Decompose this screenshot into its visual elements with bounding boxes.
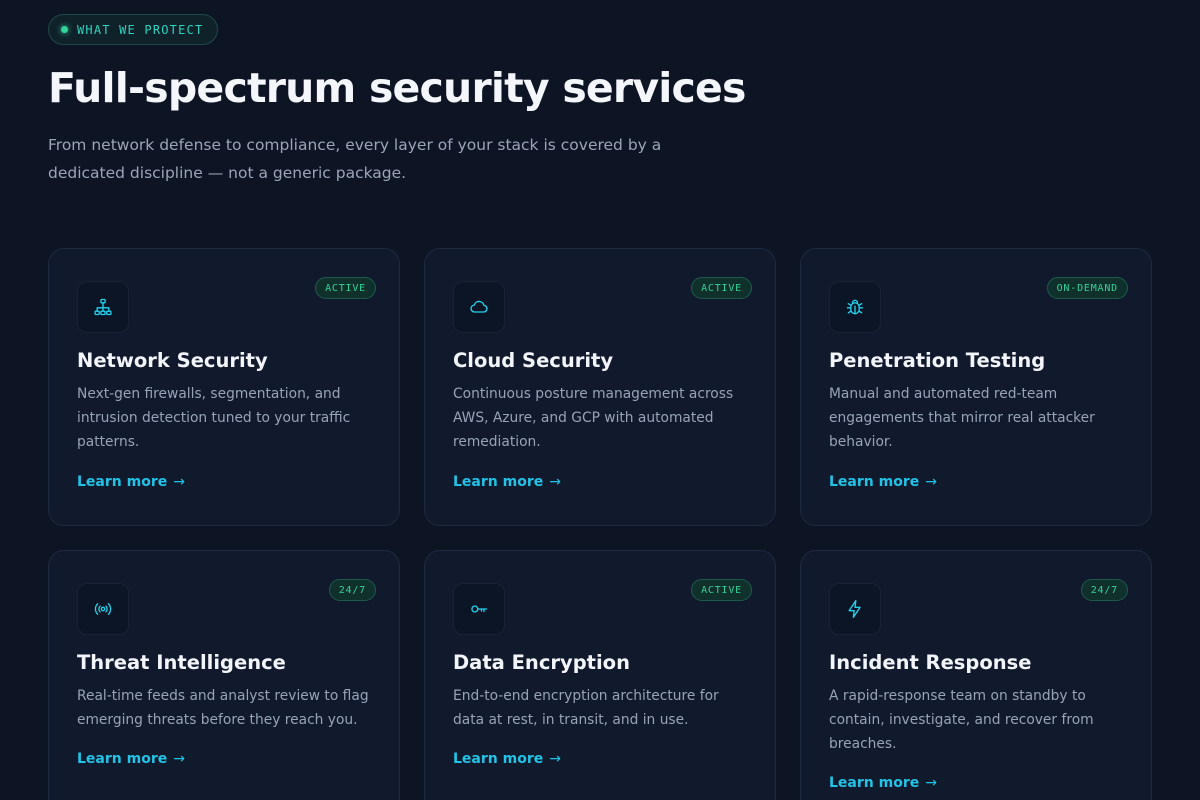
status-badge: ACTIVE — [315, 277, 376, 299]
card-title: Data Encryption — [453, 651, 630, 674]
learn-more-label: Learn more — [77, 474, 168, 490]
service-card-threat-intelligence: 24/7 Threat Intelligence Real-time feeds… — [48, 550, 400, 800]
status-badge: 24/7 — [1080, 579, 1128, 601]
cloud-icon — [453, 281, 505, 333]
card-title: Cloud Security — [453, 349, 614, 372]
learn-more-link[interactable]: Learn more → — [829, 474, 937, 490]
page-subtitle: From network defense to compliance, ever… — [48, 136, 662, 182]
arrow-right-icon: → — [549, 474, 561, 490]
learn-more-link[interactable]: Learn more → — [77, 474, 185, 490]
service-card-data-encryption: ACTIVE Data Encryption End-to-end encryp… — [424, 550, 776, 800]
page-title: Full-spectrum security services — [48, 64, 746, 112]
card-description: Next-gen firewalls, segmentation, and in… — [77, 386, 351, 450]
card-title: Penetration Testing — [829, 349, 1046, 372]
learn-more-label: Learn more — [829, 775, 920, 791]
learn-more-link[interactable]: Learn more → — [453, 751, 561, 767]
arrow-right-icon: → — [925, 474, 937, 490]
card-description: Manual and automated red-team engagement… — [829, 386, 1095, 450]
eyebrow-label: WHAT WE PROTECT — [77, 22, 204, 37]
status-badge: ACTIVE — [691, 579, 752, 601]
card-description: A rapid-response team on standby to cont… — [829, 688, 1094, 752]
card-description: Real-time feeds and analyst review to fl… — [77, 688, 369, 728]
learn-more-label: Learn more — [453, 474, 544, 490]
learn-more-label: Learn more — [77, 751, 168, 767]
card-title: Network Security — [77, 349, 268, 372]
learn-more-label: Learn more — [453, 751, 544, 767]
network-icon — [77, 281, 129, 333]
service-card-incident-response: 24/7 Incident Response A rapid-response … — [800, 550, 1152, 800]
section-eyebrow-badge: WHAT WE PROTECT — [48, 14, 219, 45]
arrow-right-icon: → — [173, 474, 185, 490]
services-grid: ACTIVE Network Security Next-gen firewal… — [48, 248, 1152, 800]
key-icon — [453, 583, 505, 635]
service-card-network-security: ACTIVE Network Security Next-gen firewal… — [48, 248, 400, 526]
radio-icon — [77, 583, 129, 635]
bug-icon — [829, 281, 881, 333]
service-card-penetration-testing: ON-DEMAND Penetration Testing Manual and… — [800, 248, 1152, 526]
arrow-right-icon: → — [549, 751, 561, 767]
status-badge: ON-DEMAND — [1046, 277, 1128, 299]
card-description: End-to-end encryption architecture for d… — [453, 688, 719, 728]
arrow-right-icon: → — [173, 751, 185, 767]
status-badge: ACTIVE — [691, 277, 752, 299]
card-description: Continuous posture management across AWS… — [453, 386, 734, 450]
learn-more-link[interactable]: Learn more → — [77, 751, 185, 767]
service-card-cloud-security: ACTIVE Cloud Security Continuous posture… — [424, 248, 776, 526]
status-badge: 24/7 — [328, 579, 376, 601]
learn-more-link[interactable]: Learn more → — [453, 474, 561, 490]
card-title: Threat Intelligence — [77, 651, 286, 674]
services-section: WHAT WE PROTECT Full-spectrum security s… — [0, 0, 1200, 800]
learn-more-label: Learn more — [829, 474, 920, 490]
card-title: Incident Response — [829, 651, 1032, 674]
learn-more-link[interactable]: Learn more → — [829, 775, 937, 791]
status-dot-icon — [61, 26, 68, 33]
bolt-icon — [829, 583, 881, 635]
arrow-right-icon: → — [925, 775, 937, 791]
